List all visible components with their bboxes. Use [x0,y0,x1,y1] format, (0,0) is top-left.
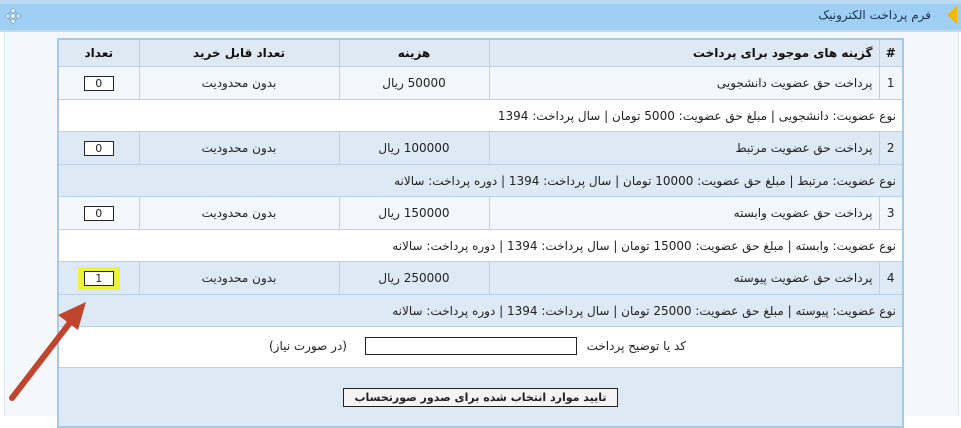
row-title: پرداخت حق عضویت وابسته [488,196,880,230]
table-row: 1 پرداخت حق عضویت دانشجویی 50000 ریال بد… [57,66,904,100]
row-price: 150000 ریال [338,196,490,230]
header-number: # [878,38,904,67]
payment-code-hint: (در صورت نیاز) [268,339,347,353]
row-title: پرداخت حق عضویت مرتبط [488,131,880,165]
row-description-text: نوع عضویت: دانشجویی | مبلغ حق عضویت: 500… [57,99,904,132]
row-description-text: نوع عضویت: پیوسته | مبلغ حق عضویت: 25000… [57,294,904,327]
row-description: نوع عضویت: دانشجویی | مبلغ حق عضویت: 500… [57,99,904,132]
row-limit: بدون محدودیت [138,66,340,100]
row-limit: بدون محدودیت [138,131,340,165]
row-price: 250000 ریال [338,261,490,295]
title-arrow-icon [947,6,957,24]
table-row: 3 پرداخت حق عضویت وابسته 150000 ریال بدو… [57,196,904,230]
row-price: 50000 ریال [338,66,490,100]
row-limit: بدون محدودیت [138,261,340,295]
payment-code-row: کد یا توضیح پرداخت (در صورت نیاز) [57,326,904,368]
payment-code-label: کد یا توضیح پرداخت [586,339,686,353]
submit-button[interactable]: تایید موارد انتخاب شده برای صدور صورتحسا… [343,387,618,407]
row-limit: بدون محدودیت [138,196,340,230]
row-description-text: نوع عضویت: وابسته | مبلغ حق عضویت: 15000… [57,229,904,262]
title-bar: فرم پرداخت الکترونیک [0,0,961,32]
payment-code-input[interactable] [365,337,577,355]
table-row: 2 پرداخت حق عضویت مرتبط 100000 ریال بدون… [57,131,904,165]
quantity-highlight: 1 [77,266,120,290]
row-description-text: نوع عضویت: مرتبط | مبلغ حق عضویت: 10000 … [57,164,904,197]
row-number: 1 [878,66,904,100]
quantity-input[interactable]: 0 [83,75,114,91]
row-number: 2 [878,131,904,165]
row-description: نوع عضویت: پیوسته | مبلغ حق عضویت: 25000… [57,294,904,327]
submit-row: تایید موارد انتخاب شده برای صدور صورتحسا… [57,367,904,428]
header-price: هزینه [338,38,490,67]
header-limit: تعداد قابل خرید [138,38,340,67]
row-title: پرداخت حق عضویت پیوسته [488,261,880,295]
header-qty: تعداد [57,38,140,67]
title-strip [0,4,961,30]
row-number: 4 [878,261,904,295]
table-row: 4 پرداخت حق عضویت پیوسته 250000 ریال بدو… [57,261,904,295]
header-option: گزینه های موجود برای پرداخت [488,38,880,67]
payment-table: # گزینه های موجود برای پرداخت هزینه تعدا… [57,38,904,428]
row-number: 3 [878,196,904,230]
row-description: نوع عضویت: مرتبط | مبلغ حق عضویت: 10000 … [57,164,904,197]
form-title: فرم پرداخت الکترونیک [818,8,931,22]
move-icon[interactable] [4,7,22,25]
quantity-input[interactable]: 0 [83,205,114,221]
quantity-input[interactable]: 1 [83,270,114,286]
row-title: پرداخت حق عضویت دانشجویی [488,66,880,100]
row-description: نوع عضویت: وابسته | مبلغ حق عضویت: 15000… [57,229,904,262]
row-price: 100000 ریال [338,131,490,165]
table-header: # گزینه های موجود برای پرداخت هزینه تعدا… [57,38,904,67]
quantity-input[interactable]: 0 [83,140,114,156]
